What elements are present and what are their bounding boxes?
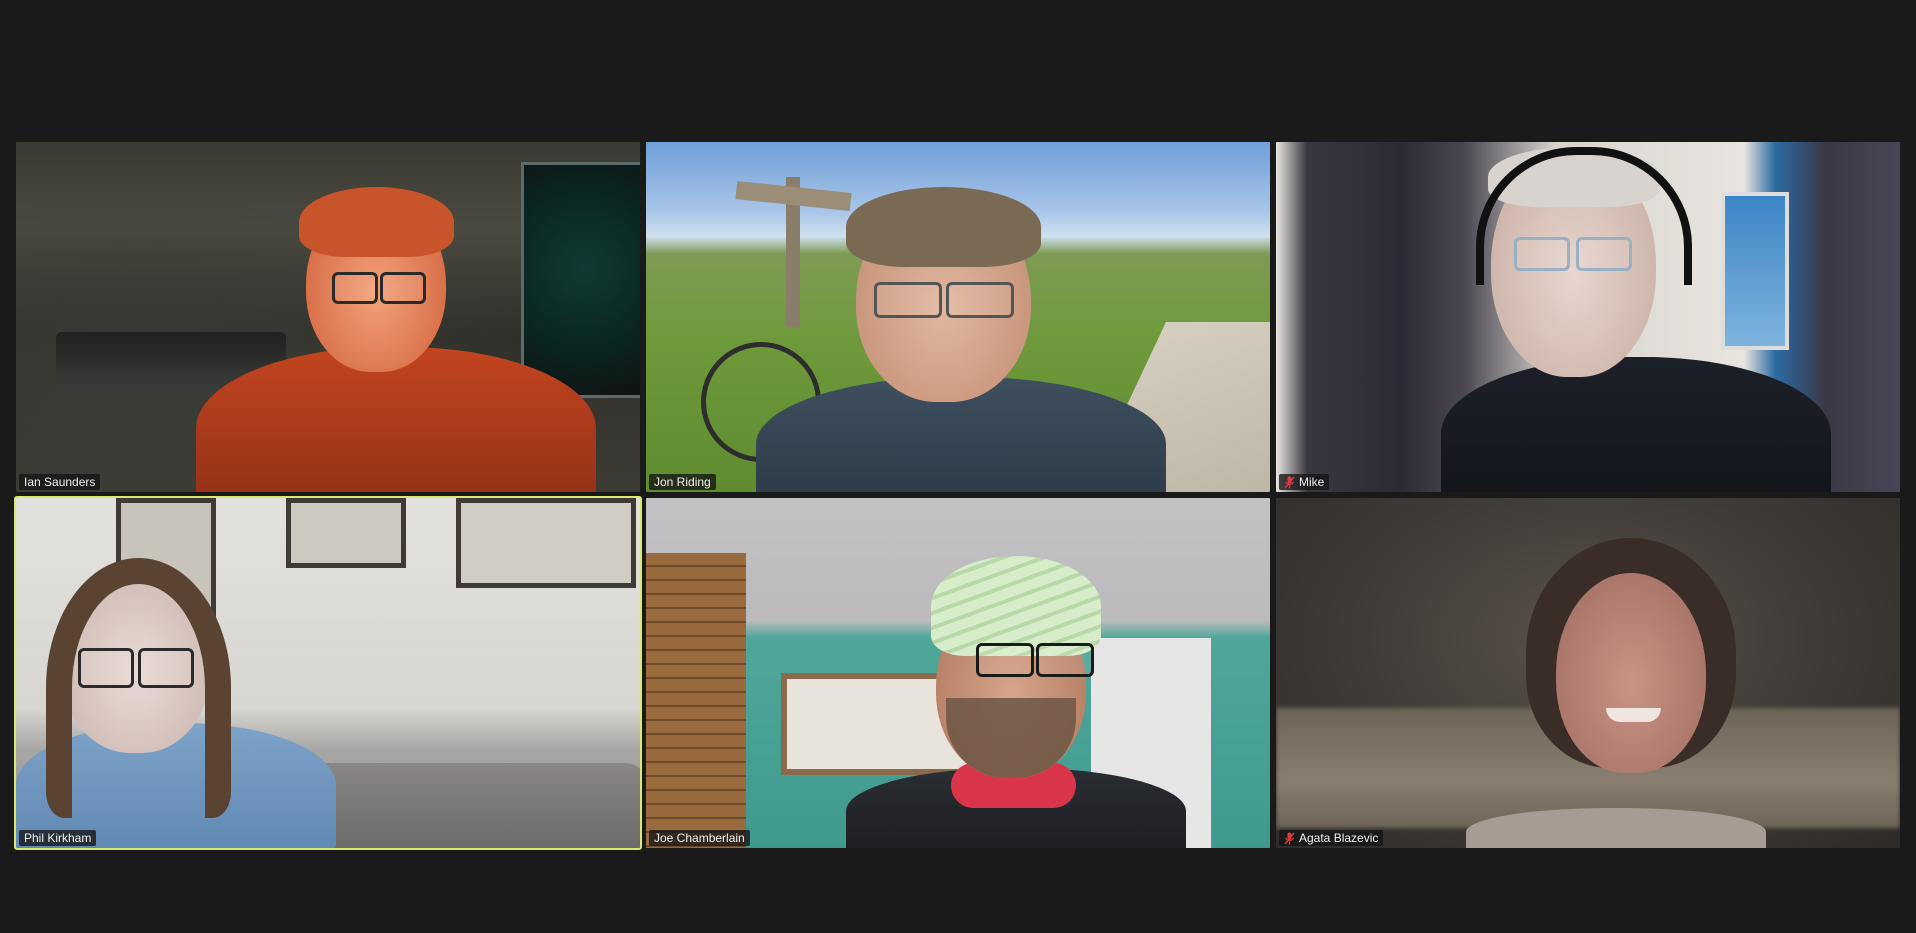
beanie-hat [931, 556, 1101, 656]
person-head [1556, 573, 1706, 773]
window-blinds [646, 553, 746, 848]
participant-name: Jon Riding [654, 475, 711, 489]
video-tile-mike[interactable]: Mike [1276, 142, 1900, 492]
microphone-muted-icon [1284, 476, 1295, 489]
video-tile-agata-blazevic[interactable]: Agata Blazevic [1276, 498, 1900, 848]
glasses-right-lens [380, 272, 426, 304]
glasses-right-lens [138, 648, 194, 688]
wall-picture-frame-2 [286, 498, 406, 568]
person-hair [299, 187, 454, 257]
wall-picture-frame-3 [456, 498, 636, 588]
wall-painting [1721, 192, 1789, 350]
sofa [286, 763, 640, 848]
monitor-screen [521, 162, 640, 398]
smile [1606, 708, 1661, 722]
video-tile-joe-chamberlain[interactable]: Joe Chamberlain [646, 498, 1270, 848]
participant-name: Mike [1299, 475, 1325, 489]
glasses-left-lens [874, 282, 942, 318]
glasses-left-lens [976, 643, 1034, 677]
participant-name-tag: Joe Chamberlain [649, 830, 750, 846]
video-tile-phil-kirkham[interactable]: Phil Kirkham [14, 496, 642, 850]
person-hair [846, 187, 1041, 267]
microphone-muted-icon [1284, 832, 1295, 845]
participant-name-tag: Mike [1279, 474, 1330, 490]
participant-name-tag: Agata Blazevic [1279, 830, 1384, 846]
person-body [1466, 808, 1766, 848]
glasses-right-lens [946, 282, 1014, 318]
participant-name-tag: Ian Saunders [19, 474, 101, 490]
person-hair [46, 558, 231, 818]
participant-name: Ian Saunders [24, 475, 96, 489]
participant-name: Joe Chamberlain [654, 831, 745, 845]
gallery-grid: Ian Saunders Jon Riding Mike Phil Kirkha… [14, 142, 1900, 850]
participant-name-tag: Phil Kirkham [19, 830, 97, 846]
meeting-window: Ian Saunders Jon Riding Mike Phil Kirkha… [0, 0, 1916, 933]
person-body [1441, 357, 1831, 492]
glasses-left-lens [332, 272, 378, 304]
participant-name: Phil Kirkham [24, 831, 92, 845]
glasses-right-lens [1036, 643, 1094, 677]
video-tile-ian-saunders[interactable]: Ian Saunders [16, 142, 640, 492]
video-tile-jon-riding[interactable]: Jon Riding [646, 142, 1270, 492]
glasses-left-lens [78, 648, 134, 688]
glasses-left-lens [1514, 237, 1570, 271]
participant-name-tag: Jon Riding [649, 474, 716, 490]
glasses-right-lens [1576, 237, 1632, 271]
participant-name: Agata Blazevic [1299, 831, 1379, 845]
